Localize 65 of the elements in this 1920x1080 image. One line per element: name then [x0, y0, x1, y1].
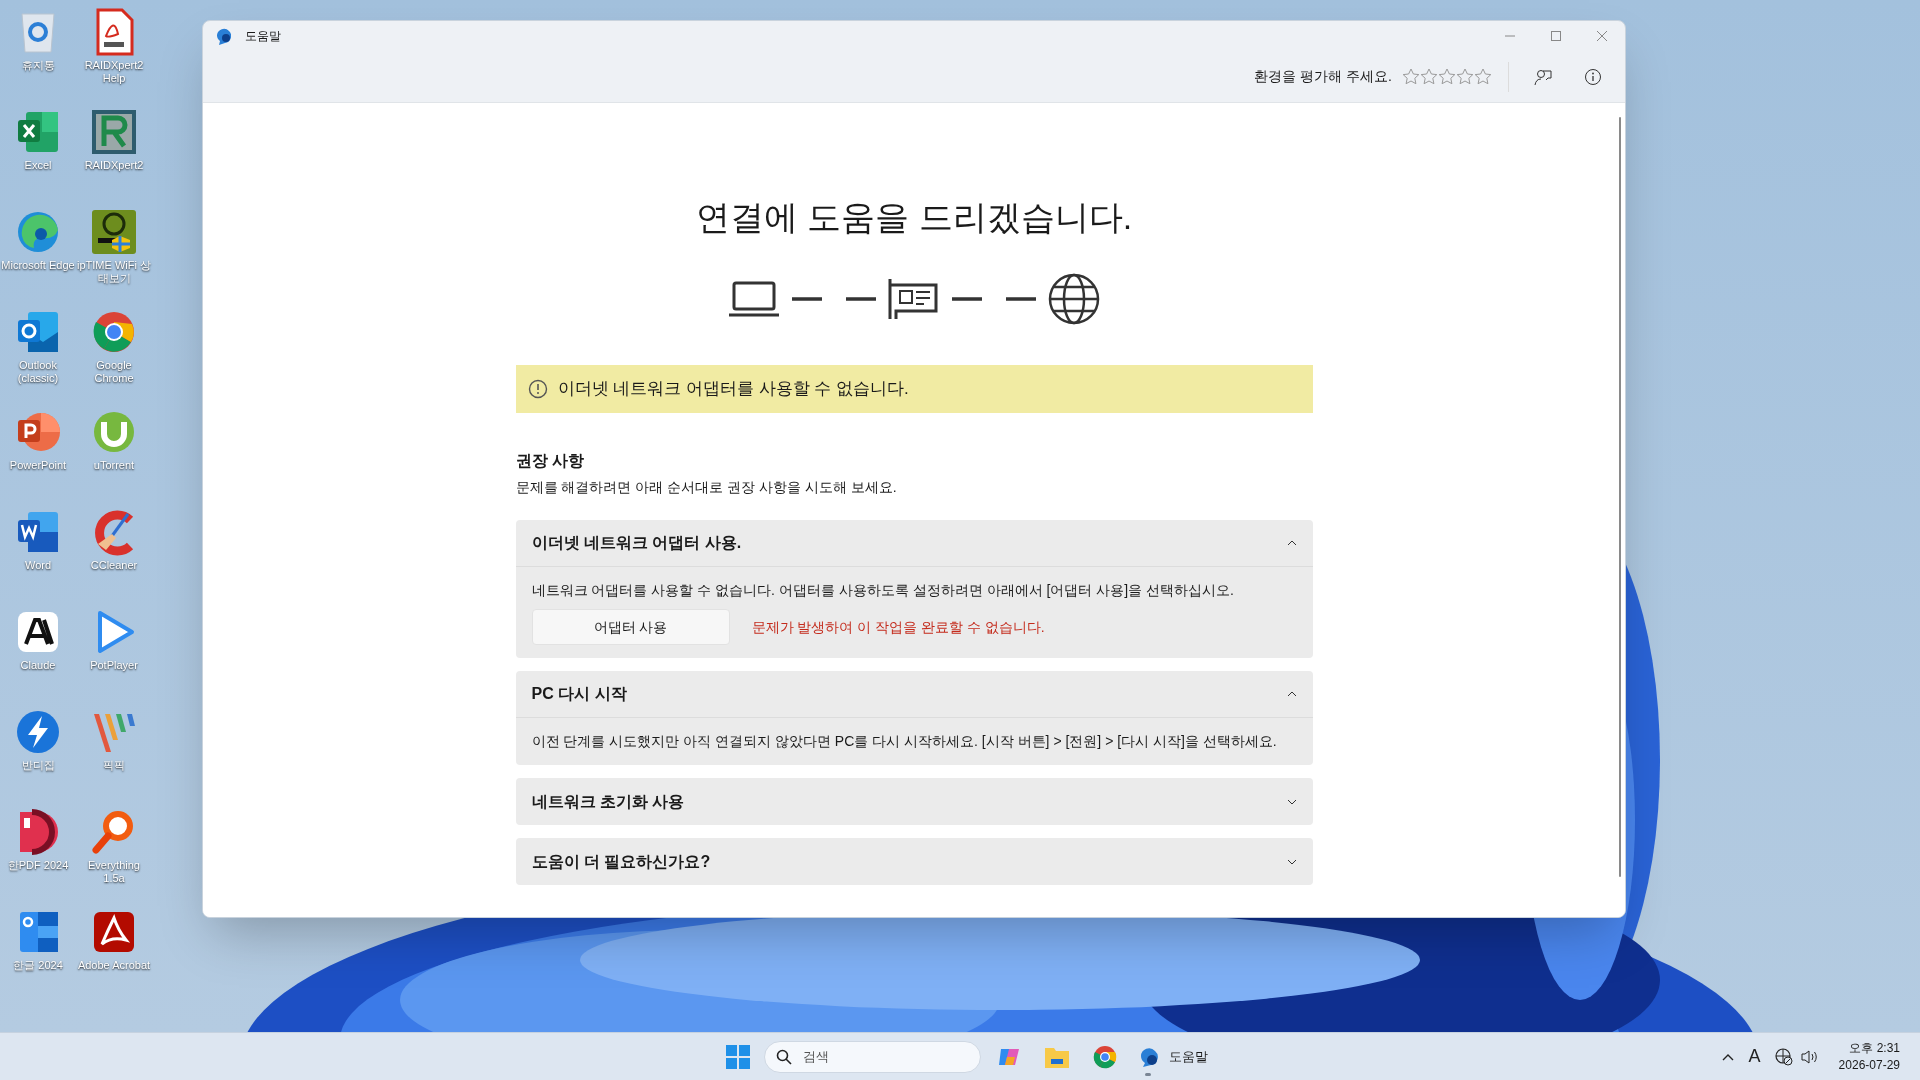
warning-icon	[527, 379, 548, 399]
search-field[interactable]: 검색	[764, 1040, 981, 1073]
desktop-icon-label[interactable]: 픽픽	[77, 759, 151, 772]
network-status-icon[interactable]	[1774, 1047, 1793, 1066]
adapter-enable-button[interactable]: 어댑터 사용	[531, 609, 730, 645]
desktop-icon-label[interactable]: 한PDF 2024	[1, 859, 75, 872]
info-icon[interactable]	[1584, 67, 1602, 86]
laptop-icon	[728, 280, 780, 318]
desktop-icon-label[interactable]: RAIDXpert2	[77, 159, 151, 172]
feedback-icon[interactable]	[1534, 67, 1552, 86]
accordion-header[interactable]: 네트워크 초기화 사용	[515, 778, 1313, 825]
clock-date[interactable]: 2026-07-29	[1838, 1056, 1900, 1074]
desktop-icon-label[interactable]: RAIDXpert2 Help	[77, 59, 151, 85]
star-icon[interactable]	[1402, 68, 1420, 85]
desktop-icon-label[interactable]: 반디집	[1, 759, 75, 772]
desktop-icon-label[interactable]: PowerPoint	[1, 459, 75, 472]
desktop-icon-label[interactable]: Excel	[1, 159, 75, 172]
window-title: 도움말	[245, 28, 281, 45]
desktop-icon-label[interactable]: PotPlayer	[77, 659, 151, 672]
desktop-icon-label[interactable]: 한글 2024	[1, 959, 75, 972]
chevron-down-icon	[1286, 798, 1297, 805]
desktop-icon-label[interactable]: ipTIME WiFi 상태보기	[77, 259, 151, 285]
star-icon[interactable]	[1420, 68, 1438, 85]
chevron-down-icon	[1286, 858, 1297, 865]
accordion-text: 네트워크 어댑터를 사용할 수 없습니다. 어댑터를 사용하도록 설정하려면 아래에서 [어댑터 사용]을 선택하십시오.	[531, 581, 1235, 600]
star-icon[interactable]	[1438, 68, 1456, 85]
rating-prompt: 환경을 평가해 주세요.	[1254, 67, 1392, 86]
clock-time[interactable]: 오후 2:31	[1849, 1039, 1900, 1057]
accordion-header[interactable]: 이더넷 네트워크 어댑터 사용.	[515, 520, 1313, 567]
desktop-icon-label[interactable]: Adobe Acrobat	[77, 959, 151, 972]
scroll-bar[interactable]	[1619, 117, 1621, 877]
star-icon[interactable]	[1456, 68, 1474, 85]
desktop-icon-label[interactable]: Everything 1.5a	[77, 859, 151, 885]
warning-text: 이더넷 네트워크 어댑터를 사용할 수 없습니다.	[557, 378, 909, 401]
accordion-header[interactable]: PC 다시 시작	[515, 671, 1313, 718]
desktop-icon-label[interactable]: Claude	[1, 659, 75, 672]
page-heading: 연결에 도움을 드리겠습니다.	[694, 197, 1134, 238]
help-app-icon	[215, 27, 231, 45]
input-method-indicator[interactable]: A	[1748, 1043, 1761, 1070]
help-app-icon[interactable]	[1139, 1046, 1159, 1067]
star-rating[interactable]	[1402, 68, 1492, 85]
desktop-icon-label[interactable]: Google Chrome	[77, 359, 151, 385]
close-icon[interactable]	[1597, 31, 1607, 41]
volume-icon[interactable]	[1800, 1048, 1819, 1065]
desktop-icon-label[interactable]: Microsoft Edge	[1, 259, 75, 272]
chevron-up-icon	[1286, 691, 1297, 697]
globe-icon	[1048, 273, 1100, 325]
desktop-icon-label[interactable]: Outlook (classic)	[1, 359, 75, 385]
search-icon	[776, 1048, 792, 1065]
help-taskbar-button[interactable]: 도움말	[1133, 1036, 1214, 1077]
section-description: 문제를 해결하려면 아래 순서대로 권장 사항을 시도해 보세요.	[515, 478, 898, 497]
lightning-bolt-icon[interactable]	[14, 708, 62, 756]
desktop-icon-label[interactable]: uTorrent	[77, 459, 151, 472]
section-title: 권장 사항	[515, 451, 585, 471]
running-indicator	[1145, 1072, 1151, 1076]
desktop-icon-label[interactable]: Word	[1, 559, 75, 572]
desktop-icon-label[interactable]: 휴지통	[1, 59, 75, 72]
accordion-text: 이전 단계를 시도했지만 아직 연결되지 않았다면 PC를 다시 시작하세요. [시작 버튼] > [전원] > [다시 시작]을 선택하세요.	[531, 732, 1278, 751]
accordion-header[interactable]: 도움이 더 필요하신가요?	[515, 838, 1313, 885]
error-message: 문제가 발생하여 이 작업을 완료할 수 없습니다.	[751, 617, 1045, 637]
network-card-icon	[888, 277, 940, 321]
star-icon[interactable]	[1474, 68, 1492, 85]
desktop-icon-label[interactable]: CCleaner	[77, 559, 151, 572]
chevron-up-icon	[1286, 540, 1297, 546]
maximize-icon[interactable]	[1551, 31, 1561, 41]
